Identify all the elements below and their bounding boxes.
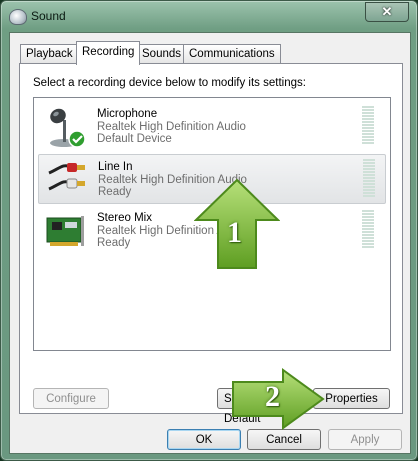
device-status: Ready bbox=[98, 186, 132, 198]
tab-recording[interactable]: Recording bbox=[76, 41, 141, 65]
title-bar[interactable]: Sound ✕ bbox=[1, 1, 417, 31]
device-status: Default Device bbox=[97, 133, 172, 145]
microphone-icon bbox=[50, 108, 86, 148]
window-title: Sound bbox=[31, 9, 66, 23]
tab-sounds[interactable]: Sounds bbox=[136, 44, 188, 64]
annotation-arrow-1: 1 bbox=[193, 178, 281, 272]
device-name: Stereo Mix bbox=[97, 212, 152, 224]
annotation-number-1: 1 bbox=[227, 216, 242, 249]
sound-card-icon bbox=[46, 216, 84, 246]
instruction-text: Select a recording device below to modif… bbox=[33, 77, 306, 89]
level-meter bbox=[362, 106, 374, 146]
ok-button[interactable]: OK bbox=[167, 429, 241, 450]
annotation-number-2: 2 bbox=[265, 380, 280, 413]
level-meter bbox=[362, 210, 374, 250]
tab-communications[interactable]: Communications bbox=[183, 44, 281, 64]
device-driver: Realtek High Definition Audio bbox=[97, 121, 246, 133]
device-name: Line In bbox=[98, 161, 133, 173]
device-name: Microphone bbox=[97, 108, 158, 120]
close-button[interactable]: ✕ bbox=[365, 2, 409, 22]
rca-cable-icon bbox=[48, 163, 85, 191]
tab-playback[interactable]: Playback bbox=[20, 44, 79, 64]
speaker-app-icon bbox=[9, 9, 27, 25]
device-status: Ready bbox=[97, 237, 131, 249]
annotation-arrow-2: 2 bbox=[231, 368, 325, 430]
cancel-button[interactable]: Cancel bbox=[247, 429, 321, 450]
close-icon: ✕ bbox=[381, 4, 393, 19]
configure-button[interactable]: Configure bbox=[33, 388, 109, 409]
device-item-microphone[interactable]: Microphone Realtek High Definition Audio… bbox=[38, 102, 384, 150]
level-meter bbox=[363, 159, 375, 199]
apply-button[interactable]: Apply bbox=[328, 429, 402, 450]
